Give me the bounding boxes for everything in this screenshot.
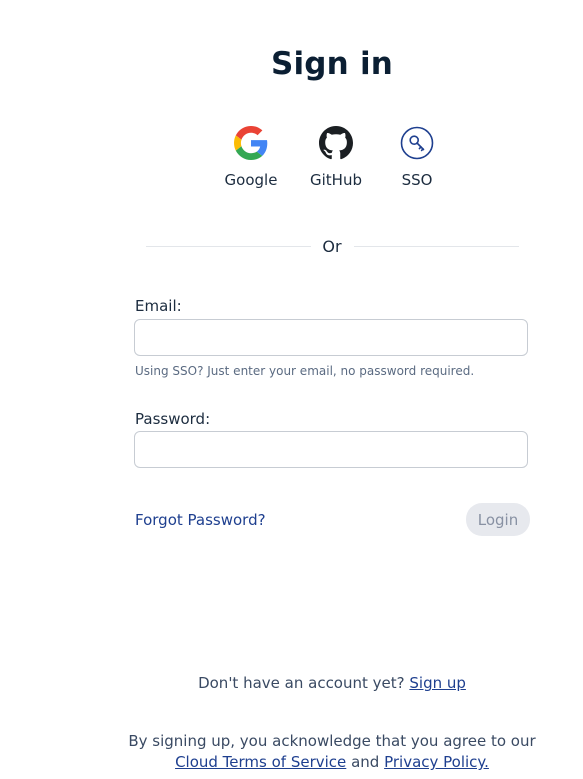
terms-of-service-link[interactable]: Cloud Terms of Service bbox=[175, 753, 346, 771]
google-label: Google bbox=[224, 171, 278, 189]
signup-prompt-text: Don't have an account yet? bbox=[198, 674, 405, 692]
login-button[interactable]: Login bbox=[466, 503, 530, 536]
or-label: Or bbox=[322, 237, 342, 256]
divider-line-left bbox=[146, 246, 311, 247]
github-label: GitHub bbox=[310, 171, 362, 189]
key-icon bbox=[400, 126, 434, 160]
terms-prefix: By signing up, you acknowledge that you … bbox=[128, 732, 536, 750]
google-sign-in-button[interactable]: Google bbox=[211, 126, 291, 189]
email-label: Email: bbox=[135, 297, 182, 315]
divider-line-right bbox=[354, 246, 519, 247]
password-field[interactable] bbox=[134, 431, 528, 468]
privacy-policy-link[interactable]: Privacy Policy. bbox=[384, 753, 489, 771]
sign-up-link[interactable]: Sign up bbox=[409, 674, 466, 692]
sso-label: SSO bbox=[401, 171, 433, 189]
github-icon bbox=[319, 126, 353, 160]
page-title: Sign in bbox=[270, 46, 394, 82]
email-field[interactable] bbox=[134, 319, 528, 356]
forgot-password-link[interactable]: Forgot Password? bbox=[135, 511, 266, 529]
google-icon bbox=[234, 126, 268, 160]
sign-in-page: Sign in Google GitHub SSO Or Email: Usin… bbox=[0, 0, 583, 779]
password-label: Password: bbox=[135, 410, 211, 428]
terms-conjunction: and bbox=[351, 753, 380, 771]
github-sign-in-button[interactable]: GitHub bbox=[296, 126, 376, 189]
sso-sign-in-button[interactable]: SSO bbox=[377, 126, 457, 189]
signup-prompt: Don't have an account yet? Sign up bbox=[0, 674, 583, 692]
oauth-providers: Google GitHub SSO bbox=[0, 126, 583, 196]
or-divider: Or bbox=[146, 237, 519, 257]
terms-notice: By signing up, you acknowledge that you … bbox=[0, 731, 583, 773]
email-hint: Using SSO? Just enter your email, no pas… bbox=[135, 364, 475, 378]
